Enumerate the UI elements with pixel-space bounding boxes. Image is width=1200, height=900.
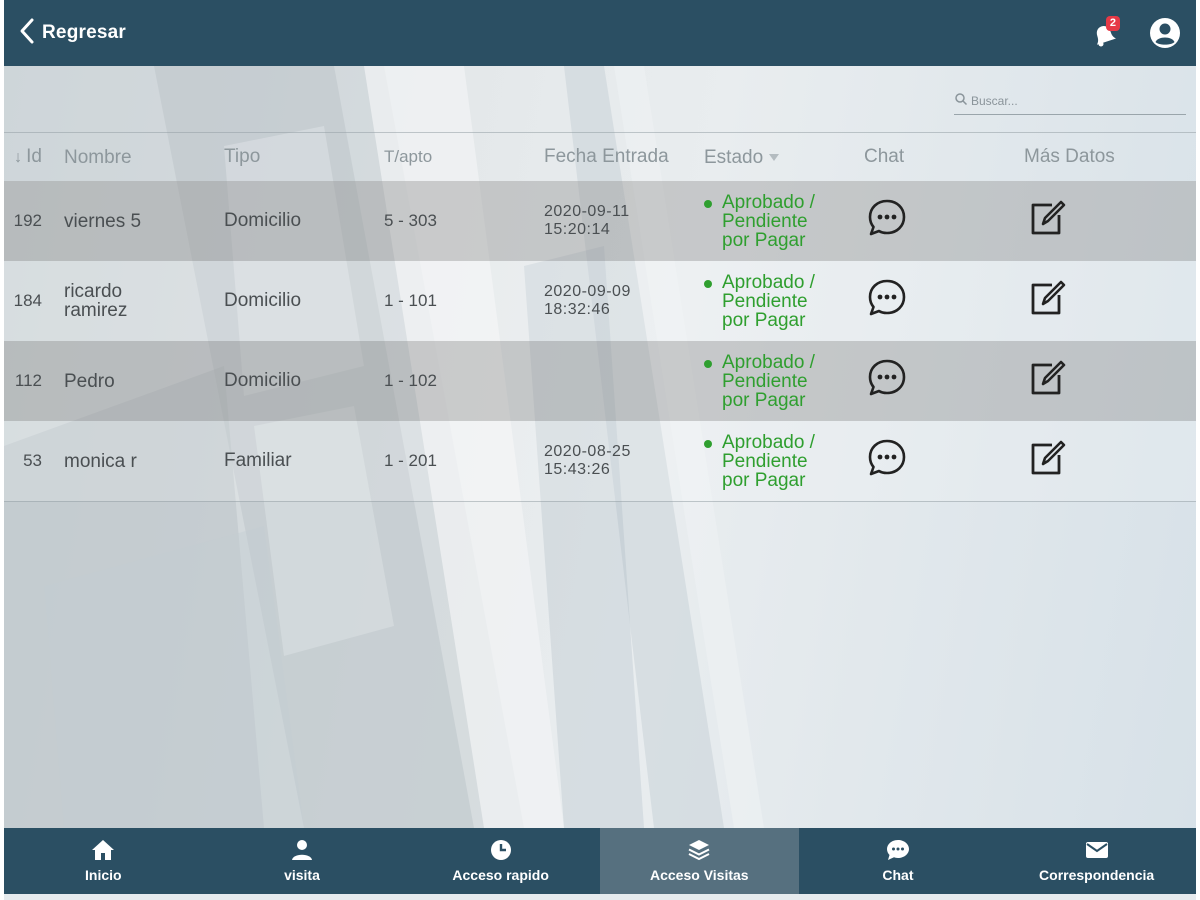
person-icon xyxy=(290,839,314,864)
bottom-strip xyxy=(4,894,1196,900)
cell-chat xyxy=(864,357,1024,405)
bottom-navigation: Inicio visita Acceso rapido Acceso Visit… xyxy=(4,828,1196,894)
cell-id: 192 xyxy=(13,211,42,230)
table-row[interactable]: 112 Pedro Domicilio 1 - 102 Aprobado / Pe… xyxy=(4,341,1196,421)
column-header-id[interactable]: ↓ Id xyxy=(4,146,64,168)
cell-apto: 1 - 201 xyxy=(384,451,437,470)
cell-estado: Aprobado / Pendiente por Pagar xyxy=(704,353,864,410)
notification-bell-icon xyxy=(1088,26,1122,54)
chat-bubble-icon[interactable] xyxy=(866,277,908,325)
nav-label: Correspondencia xyxy=(1039,867,1155,883)
cell-tipo: Domicilio xyxy=(224,210,302,231)
column-header-nombre[interactable]: Nombre xyxy=(64,148,224,167)
edit-icon[interactable] xyxy=(1026,197,1068,245)
nav-item-acceso-visitas[interactable]: Acceso Visitas xyxy=(599,828,799,894)
chat-icon xyxy=(886,839,910,864)
cell-fecha: 2020-08-25 15:43:26 xyxy=(544,443,631,478)
cell-mas-datos xyxy=(1024,437,1174,485)
nav-item-visita[interactable]: visita xyxy=(203,828,402,894)
chat-bubble-icon[interactable] xyxy=(866,437,908,485)
status-dot-icon xyxy=(704,199,712,208)
nav-label: Inicio xyxy=(85,867,122,883)
cell-estado: Aprobado / Pendiente por Pagar xyxy=(704,193,864,250)
cell-nombre: monica r xyxy=(64,450,137,472)
status-dot-icon xyxy=(704,279,712,288)
nav-label: Acceso rapido xyxy=(452,867,549,883)
cell-fecha: 2020-09-11 15:20:14 xyxy=(544,203,630,238)
cell-id: 53 xyxy=(23,451,42,470)
column-header-tipo[interactable]: Tipo xyxy=(224,146,384,168)
cell-apto: 1 - 102 xyxy=(384,371,437,390)
cell-chat xyxy=(864,277,1024,325)
cell-mas-datos xyxy=(1024,357,1174,405)
status-dot-icon xyxy=(704,359,712,368)
cell-nombre: viernes 5 xyxy=(64,210,142,232)
table-bottom-divider xyxy=(4,501,1196,502)
status-dot-icon xyxy=(704,439,712,448)
table-row[interactable]: 53 monica r Familiar 1 - 201 2020-08-25 1… xyxy=(4,421,1196,501)
table-header: ↓ Id Nombre Tipo T/apto Fecha Entrada Est… xyxy=(4,133,1196,181)
nav-label: Chat xyxy=(882,867,914,883)
cell-estado: Aprobado / Pendiente por Pagar xyxy=(704,433,864,490)
nav-item-inicio[interactable]: Inicio xyxy=(4,828,203,894)
sort-down-arrow-icon: ↓ xyxy=(14,149,23,166)
back-label: Regresar xyxy=(42,22,126,43)
visits-table: ↓ Id Nombre Tipo T/apto Fecha Entrada Est… xyxy=(4,66,1196,502)
cell-fecha: 2020-09-09 18:32:46 xyxy=(544,283,631,318)
back-button[interactable]: Regresar xyxy=(18,17,126,50)
cell-chat xyxy=(864,197,1024,245)
column-header-apto[interactable]: T/apto xyxy=(384,147,544,167)
nav-label: visita xyxy=(284,867,320,883)
top-bar: Regresar 2 xyxy=(4,0,1196,66)
cell-tipo: Familiar xyxy=(224,450,292,471)
table-row[interactable]: 192 viernes 5 Domicilio 5 - 303 2020-09-… xyxy=(4,181,1196,261)
cell-mas-datos xyxy=(1024,197,1174,245)
cell-id: 184 xyxy=(13,291,42,310)
mail-icon xyxy=(1085,839,1109,864)
column-header-mas-datos: Más Datos xyxy=(1024,146,1115,167)
cell-tipo: Domicilio xyxy=(224,290,302,311)
notifications-button[interactable]: 2 xyxy=(1088,16,1122,50)
home-icon xyxy=(91,839,115,864)
nav-item-correspondencia[interactable]: Correspondencia xyxy=(997,828,1196,894)
edit-icon[interactable] xyxy=(1026,437,1068,485)
column-header-chat: Chat xyxy=(864,146,905,167)
account-circle-icon xyxy=(1148,18,1182,54)
account-button[interactable] xyxy=(1148,16,1182,50)
cell-chat xyxy=(864,437,1024,485)
filter-icon[interactable] xyxy=(769,153,780,161)
column-header-estado[interactable]: Estado xyxy=(704,148,864,167)
table-row[interactable]: 184 ricardo ramirez Domicilio 1 - 101 202… xyxy=(4,261,1196,341)
cell-id: 112 xyxy=(14,371,42,390)
cell-nombre: Pedro xyxy=(64,370,115,392)
cell-tipo: Domicilio xyxy=(224,370,302,391)
cell-apto: 5 - 303 xyxy=(384,211,437,230)
cell-nombre: ricardo ramirez xyxy=(64,281,128,321)
nav-item-acceso-rapido[interactable]: Acceso rapido xyxy=(401,828,600,894)
app-frame: Regresar 2 Buscar... ↓ Id Nombre Tipo T/… xyxy=(4,0,1196,900)
clock-icon xyxy=(489,839,513,864)
notification-badge: 2 xyxy=(1105,16,1120,31)
chat-bubble-icon[interactable] xyxy=(866,357,908,405)
cell-mas-datos xyxy=(1024,277,1174,325)
layers-icon xyxy=(687,839,711,864)
column-header-fecha[interactable]: Fecha Entrada xyxy=(544,147,704,166)
chat-bubble-icon[interactable] xyxy=(866,197,908,245)
chevron-left-icon xyxy=(18,17,36,50)
cell-estado: Aprobado / Pendiente por Pagar xyxy=(704,273,864,330)
cell-apto: 1 - 101 xyxy=(384,291,437,310)
edit-icon[interactable] xyxy=(1026,277,1068,325)
nav-item-chat[interactable]: Chat xyxy=(799,828,998,894)
nav-label: Acceso Visitas xyxy=(650,867,749,883)
edit-icon[interactable] xyxy=(1026,357,1068,405)
